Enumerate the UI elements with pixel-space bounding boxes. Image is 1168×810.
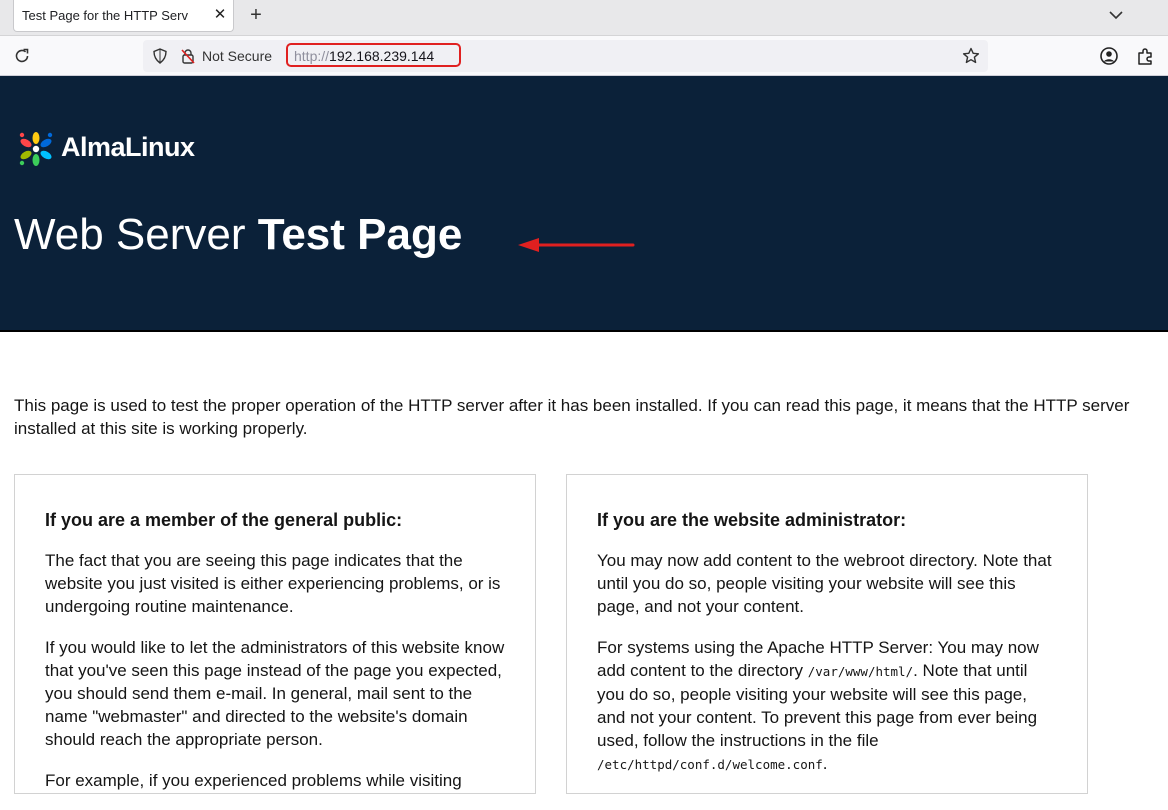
tab-strip: Test Page for the HTTP Serv ✕ + — [0, 0, 1168, 36]
active-tab[interactable]: Test Page for the HTTP Serv ✕ — [13, 0, 234, 32]
reload-icon[interactable] — [12, 46, 32, 66]
new-tab-button[interactable]: + — [246, 4, 266, 26]
url-text[interactable]: http://192.168.239.144 — [294, 48, 434, 64]
public-card-paragraph-3: For example, if you experienced problems… — [45, 771, 462, 790]
admin-p2-text-c: . — [822, 754, 828, 773]
public-info-card: If you are a member of the general publi… — [14, 474, 536, 794]
public-card-paragraph-1: The fact that you are seeing this page i… — [45, 551, 501, 616]
insecure-lock-icon[interactable] — [180, 48, 196, 64]
welcome-conf-path: /etc/httpd/conf.d/welcome.conf — [597, 757, 823, 772]
title-bold: Test Page — [257, 210, 463, 259]
red-annotation-arrow — [515, 234, 637, 256]
admin-card-heading: If you are the website administrator: — [597, 510, 907, 530]
admin-card-paragraph-1: You may now add content to the webroot d… — [597, 551, 1052, 616]
shield-icon[interactable] — [151, 47, 169, 65]
star-icon[interactable] — [961, 46, 981, 66]
webroot-path: /var/www/html/ — [807, 664, 914, 679]
tab-close-icon[interactable]: ✕ — [212, 6, 228, 24]
page-header: AlmaLinux Web Server Test Page — [0, 76, 1168, 332]
public-card-paragraph-2: If you would like to let the administrat… — [45, 638, 505, 749]
admin-info-card: If you are the website administrator: Yo… — [566, 474, 1088, 794]
url-scheme: http:// — [294, 48, 330, 64]
account-icon[interactable] — [1099, 46, 1119, 66]
public-card-heading: If you are a member of the general publi… — [45, 510, 403, 530]
admin-card-paragraph-2: For systems using the Apache HTTP Server… — [597, 636, 1059, 776]
chevron-down-icon[interactable] — [1106, 6, 1126, 24]
almalinux-logo-icon — [16, 129, 56, 169]
puzzle-icon[interactable] — [1136, 46, 1156, 66]
not-secure-label[interactable]: Not Secure — [202, 48, 272, 64]
url-host: 192.168.239.144 — [329, 48, 435, 64]
page-title: Web Server Test Page — [14, 210, 462, 260]
logo-wordmark: AlmaLinux — [61, 132, 195, 162]
tab-title: Test Page for the HTTP Serv — [22, 8, 188, 23]
address-bar[interactable]: Not Secure http://192.168.239.144 — [143, 40, 988, 72]
navigation-toolbar: Not Secure http://192.168.239.144 — [0, 36, 1168, 76]
intro-paragraph: This page is used to test the proper ope… — [14, 396, 1130, 438]
title-light: Web Server — [14, 210, 258, 259]
